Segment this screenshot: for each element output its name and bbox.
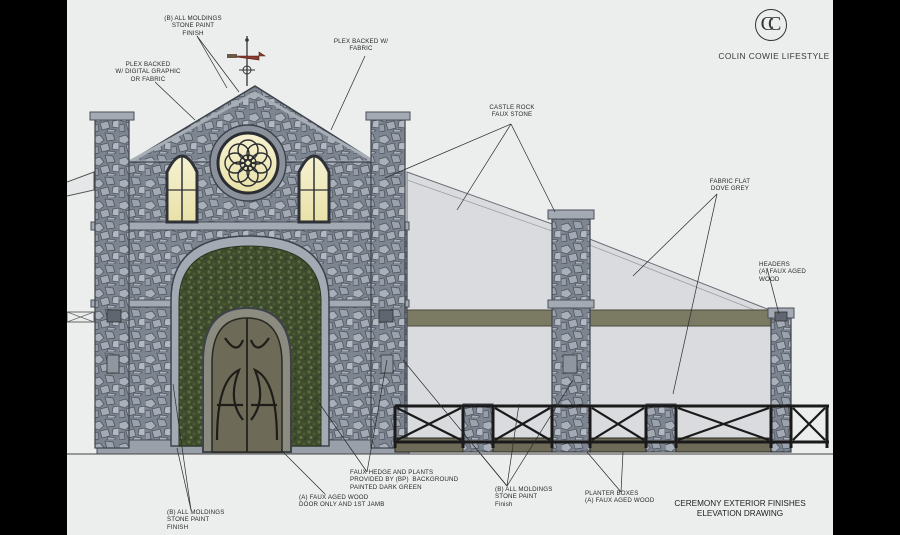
note-plex-digital: PLEX BACKED W/ DIGITAL GRAPHIC OR FABRIC <box>115 61 181 83</box>
center-pillar <box>547 209 595 453</box>
note-moldings-bottom-left: (B) ALL MOLDINGS STONE PAINT FINISH <box>167 509 225 531</box>
note-faux-hedge: FAUX HEDGE AND PLANTS PROVIDED BY (BP) B… <box>350 469 459 491</box>
note-castle-rock: CASTLE ROCK FAUX STONE <box>489 104 535 119</box>
note-door: (A) FAUX AGED WOOD DOOR ONLY AND 1ST JAM… <box>299 494 385 509</box>
brand-name: COLIN COWIE LIFESTYLE <box>718 51 830 61</box>
left-tent-edge <box>67 171 95 323</box>
note-planter-boxes: PLANTER BOXES (A) FAUX AGED WOOD <box>585 490 655 505</box>
note-fabric-flat: FABRIC FLAT DOVE GREY <box>709 178 751 193</box>
brand-monogram-text: CC <box>760 13 782 35</box>
note-plex-fabric: PLEX BACKED W/ FABRIC <box>333 38 389 53</box>
header-beams <box>406 309 776 327</box>
title-line-2: ELEVATION DRAWING <box>696 509 784 518</box>
chapel-door <box>202 306 292 453</box>
title-block: CEREMONY EXTERIOR FINISHES ELEVATION DRA… <box>665 499 815 519</box>
elevation-drawing-sheet: CC COLIN COWIE LIFESTYLE (B) ALL MOLDING… <box>67 0 833 535</box>
note-moldings-bottom-mid: (B) ALL MOLDINGS STONE PAINT Finish <box>495 486 553 508</box>
note-moldings-top: (B) ALL MOLDINGS STONE PAINT FINISH <box>164 15 222 37</box>
note-headers: HEADERS (A) FAUX AGED WOOD <box>759 261 806 283</box>
weather-vane <box>227 36 266 86</box>
brand-monogram: CC <box>755 9 787 41</box>
title-line-1: CEREMONY EXTERIOR FINISHES <box>674 499 806 508</box>
